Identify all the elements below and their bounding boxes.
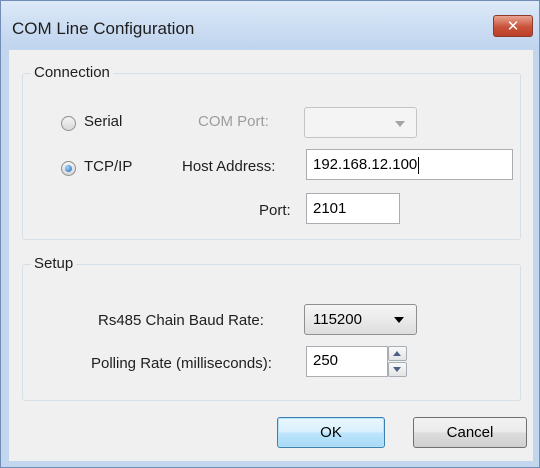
polling-rate-spin-up[interactable] <box>388 346 407 361</box>
cancel-button[interactable]: Cancel <box>413 417 527 448</box>
cancel-button-label: Cancel <box>446 424 494 441</box>
connection-group-label: Connection <box>31 64 113 81</box>
baud-rate-value: 115200 <box>313 311 362 328</box>
spin-up-icon <box>393 351 401 356</box>
serial-radio[interactable] <box>61 116 76 131</box>
close-button[interactable]: ✕ <box>493 15 533 37</box>
tcpip-radio[interactable] <box>61 161 76 176</box>
baud-rate-dropdown[interactable]: 115200 <box>304 304 417 335</box>
com-port-label: COM Port: <box>198 113 269 130</box>
setup-group: Setup Rs485 Chain Baud Rate: 115200 Poll… <box>22 255 521 401</box>
dialog-window: COM Line Configuration ✕ Connection Seri… <box>0 0 540 468</box>
title-bar[interactable]: COM Line Configuration ✕ <box>1 1 539 49</box>
com-port-dropdown <box>304 107 417 138</box>
host-address-label: Host Address: <box>182 158 276 175</box>
ok-button[interactable]: OK <box>277 417 385 448</box>
spin-down-icon <box>393 367 401 372</box>
serial-radio-label[interactable]: Serial <box>84 113 122 130</box>
polling-rate-spin-down[interactable] <box>388 362 407 377</box>
polling-rate-input[interactable]: 250 <box>306 346 388 377</box>
polling-rate-label: Polling Rate (milliseconds): <box>91 355 272 372</box>
host-address-value: 192.168.12.100 <box>313 156 418 173</box>
port-label: Port: <box>259 202 291 219</box>
text-cursor <box>418 156 420 174</box>
port-value: 2101 <box>313 200 347 217</box>
dialog-body: Connection Serial COM Port: TCP/IP Host … <box>9 50 533 461</box>
setup-group-label: Setup <box>31 255 77 272</box>
ok-button-label: OK <box>320 424 342 441</box>
host-address-input[interactable]: 192.168.12.100 <box>306 149 513 180</box>
close-icon: ✕ <box>506 17 520 35</box>
tcpip-radio-label[interactable]: TCP/IP <box>84 158 132 175</box>
window-title: COM Line Configuration <box>12 19 195 38</box>
connection-group: Connection Serial COM Port: TCP/IP Host … <box>22 64 521 240</box>
chevron-down-icon <box>394 317 404 323</box>
port-input[interactable]: 2101 <box>306 193 400 224</box>
baud-rate-label: Rs485 Chain Baud Rate: <box>98 312 264 329</box>
radio-selected-icon <box>65 165 72 172</box>
polling-rate-value: 250 <box>313 352 339 369</box>
chevron-down-icon <box>395 121 405 127</box>
